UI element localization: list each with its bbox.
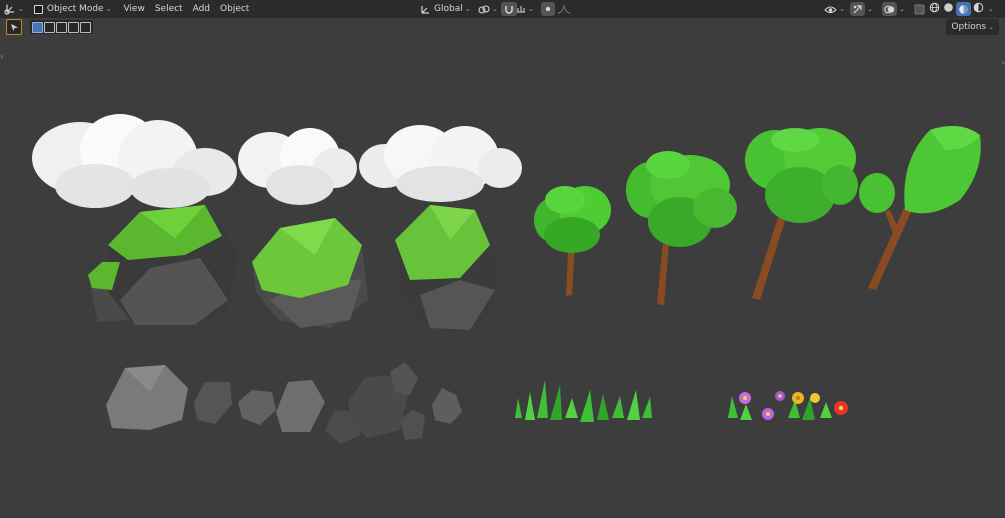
shading-options-chevron-icon[interactable]: ⌄: [988, 5, 994, 13]
chevron-down-icon: ⌄: [105, 5, 112, 13]
menu-select[interactable]: Select: [151, 0, 187, 18]
gizmo-toggle[interactable]: ⌄: [846, 0, 877, 18]
chevron-down-icon: ⌄: [18, 5, 24, 13]
eye-icon: [824, 5, 837, 13]
mode-dropdown-label: Object Mode: [46, 4, 104, 14]
overlay-toggle[interactable]: ⌄: [878, 0, 909, 18]
toolbar-expand-arrow-icon[interactable]: ›: [0, 52, 3, 61]
snap-increment-icon: [517, 6, 525, 13]
chevron-down-icon: ⌄: [899, 5, 905, 13]
rock-grass-medium: [252, 218, 368, 328]
object-mode-icon: [33, 4, 43, 14]
falloff-curve-icon: [557, 4, 571, 14]
cloud-small: [359, 125, 522, 202]
pivot-point-icon: [478, 4, 490, 14]
cloud-medium: [238, 128, 357, 205]
overlay-toggle-pill: [882, 2, 897, 16]
chevron-down-icon: ⌄: [867, 5, 873, 13]
xray-toggle[interactable]: [910, 0, 929, 18]
flower-patch: [728, 391, 848, 420]
rendered-shading-button[interactable]: [972, 2, 985, 16]
visibility-dropdown[interactable]: ⌄: [820, 0, 849, 18]
active-tool-button[interactable]: [6, 19, 22, 35]
editor-type-button[interactable]: ⌄: [0, 0, 28, 18]
menu-object[interactable]: Object: [216, 0, 253, 18]
select-new-icon[interactable]: [32, 21, 43, 33]
menu-add[interactable]: Add: [189, 0, 214, 18]
material-shading-icon: [959, 4, 968, 14]
tree-medium: [626, 151, 737, 305]
rock-grass-large: [88, 205, 238, 325]
transform-orientation-label: Global: [434, 4, 463, 14]
selection-mode-group: [30, 20, 93, 34]
select-extend-icon[interactable]: [44, 21, 55, 33]
snap-target-dropdown[interactable]: ⌄: [512, 0, 538, 18]
shading-mode-group: ⌄: [928, 0, 994, 18]
viewport-canvas[interactable]: [0, 0, 1005, 518]
chevron-down-icon: ⌄: [988, 23, 994, 31]
proportional-edit-icon: [545, 6, 551, 12]
rock-grass-small: [395, 205, 498, 332]
options-dropdown[interactable]: Options ⌄: [946, 19, 999, 35]
solid-shading-icon: [944, 3, 953, 12]
viewport-header: ⌄ Object Mode ⌄ View Select Add Object G…: [0, 0, 1005, 18]
tree-large: [745, 128, 858, 300]
orientation-axes-icon: [421, 5, 429, 14]
chevron-down-icon: ⌄: [839, 5, 845, 13]
grass-patch: [515, 380, 652, 422]
solid-shading-button[interactable]: [942, 2, 955, 16]
options-label: Options: [951, 22, 987, 32]
xray-icon: [914, 4, 925, 14]
overlay-icon: [884, 5, 895, 13]
select-subtract-icon[interactable]: [56, 21, 67, 33]
material-shading-button[interactable]: [956, 2, 971, 16]
chevron-down-icon: ⌄: [528, 5, 534, 13]
select-invert-icon[interactable]: [68, 21, 79, 33]
select-cursor-icon: [10, 23, 18, 31]
tree-tall: [859, 126, 981, 290]
cloud-large: [32, 114, 237, 208]
wireframe-shading-button[interactable]: [928, 2, 941, 16]
transform-orientation-dropdown[interactable]: Global ⌄: [416, 0, 475, 18]
view3d-icon: [4, 4, 14, 15]
tool-settings-row: [6, 19, 93, 35]
tree-small: [534, 186, 611, 296]
rendered-shading-icon: [973, 2, 984, 13]
rock-cluster: [106, 362, 462, 444]
wireframe-shading-icon: [929, 2, 940, 13]
chevron-down-icon: ⌄: [464, 5, 471, 13]
menu-view[interactable]: View: [119, 0, 148, 18]
mode-dropdown[interactable]: Object Mode ⌄: [30, 0, 116, 18]
falloff-dropdown[interactable]: [553, 0, 575, 18]
select-intersect-icon[interactable]: [80, 21, 91, 33]
gizmo-icon: [853, 4, 862, 13]
gizmo-toggle-pill: [850, 2, 865, 16]
